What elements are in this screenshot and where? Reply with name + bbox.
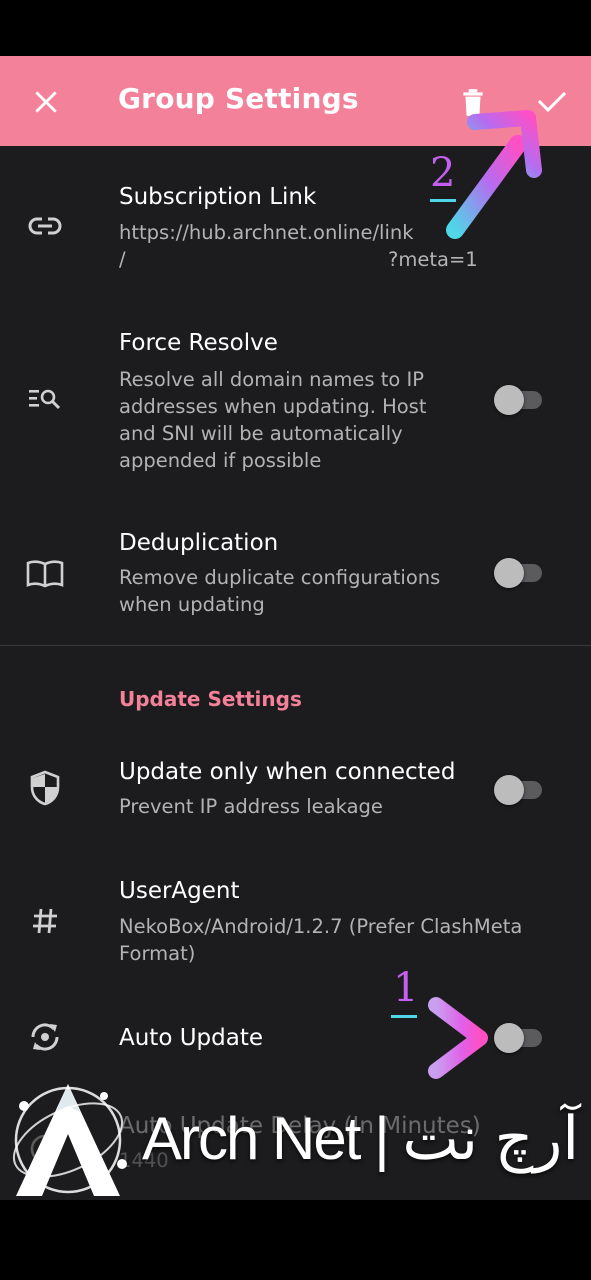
auto-update-switch[interactable]	[494, 1020, 546, 1054]
search-list-icon	[22, 376, 68, 422]
pref-summary: Remove duplicate configurations when upd…	[119, 566, 441, 616]
close-icon	[35, 91, 57, 113]
watermark-text: Arch Net | آرچ نت	[142, 1105, 581, 1172]
section-divider	[0, 645, 591, 646]
pref-summary: NekoBox/Android/1.2.7 (Prefer ClashMeta …	[119, 915, 523, 965]
page-title: Group Settings	[118, 82, 359, 115]
sync-icon	[22, 1014, 68, 1060]
pref-update-when-connected[interactable]: Update only when connected Prevent IP ad…	[0, 730, 591, 848]
pref-summary: Resolve all domain names to IP addresses…	[119, 368, 427, 472]
pref-summary: Prevent IP address leakage	[119, 795, 383, 818]
annotation-underline-2	[430, 199, 456, 202]
hash-icon	[22, 898, 68, 944]
pref-title: Force Resolve	[119, 330, 278, 356]
pref-title: Deduplication	[119, 530, 279, 556]
pref-summary-line2-start: /	[119, 248, 126, 271]
pref-summary-line2-end: ?meta=1	[388, 248, 478, 271]
status-bar	[0, 0, 591, 56]
book-icon	[22, 550, 68, 596]
annotation-step-2: 2	[430, 150, 456, 196]
update-when-connected-switch[interactable]	[494, 772, 546, 806]
pref-deduplication[interactable]: Deduplication Remove duplicate configura…	[0, 496, 591, 646]
pref-user-agent[interactable]: UserAgent NekoBox/Android/1.2.7 (Prefer …	[0, 848, 591, 978]
pref-force-resolve[interactable]: Force Resolve Resolve all domain names t…	[0, 296, 591, 496]
annotation-underline-1	[391, 1015, 417, 1018]
deduplication-switch[interactable]	[494, 555, 546, 589]
pref-title: Update only when connected	[119, 759, 456, 785]
close-button[interactable]	[22, 78, 70, 126]
force-resolve-switch[interactable]	[494, 382, 546, 416]
pref-summary: https://hub.archnet.online/link	[119, 221, 414, 244]
section-header-update: Update Settings	[119, 687, 302, 711]
navigation-bar	[0, 1200, 591, 1280]
pref-title: Subscription Link	[119, 184, 317, 210]
settings-list: Subscription Link https://hub.archnet.on…	[0, 146, 591, 1200]
link-icon	[22, 203, 68, 249]
shield-icon	[22, 765, 68, 811]
pref-title: Auto Update	[119, 1025, 264, 1051]
annotation-step-1: 1	[393, 965, 419, 1011]
pref-title: UserAgent	[119, 878, 240, 904]
arch-logo-icon	[12, 1084, 127, 1196]
